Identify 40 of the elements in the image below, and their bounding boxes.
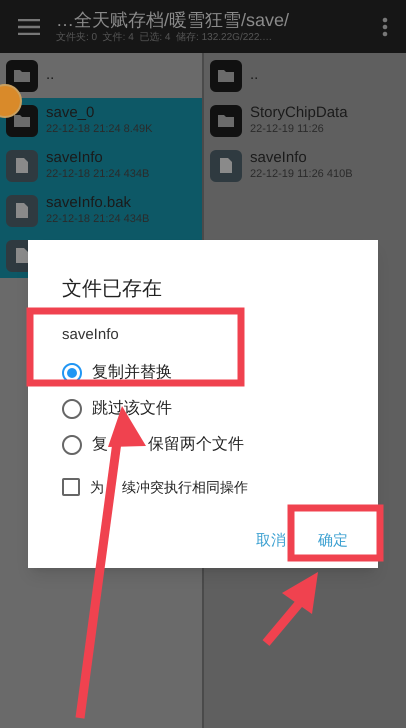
file-row[interactable]: .. bbox=[0, 53, 202, 98]
confirm-button[interactable]: 确定 bbox=[306, 524, 360, 558]
file-name: StoryChipData bbox=[250, 104, 348, 123]
file-icon bbox=[210, 150, 242, 182]
menu-icon[interactable] bbox=[18, 18, 40, 34]
file-name: .. bbox=[250, 66, 258, 85]
file-meta: 22-12-18 21:24 434B bbox=[46, 168, 150, 182]
checkbox[interactable] bbox=[62, 478, 80, 496]
folder-icon bbox=[210, 104, 242, 136]
more-icon[interactable] bbox=[382, 16, 388, 36]
checkbox-label: 为 bbox=[90, 478, 104, 496]
dialog-title: 文件已存在 bbox=[62, 277, 163, 302]
option-label: 保留两个文件 bbox=[148, 434, 244, 454]
file-name: saveInfo bbox=[46, 149, 104, 168]
cancel-button[interactable]: 取消 bbox=[244, 524, 298, 558]
folder-icon bbox=[210, 60, 242, 92]
file-row[interactable]: saveInfo.bak 22-12-18 21:24 434B bbox=[0, 188, 202, 233]
file-name: saveInfo bbox=[62, 325, 120, 345]
file-name: saveInfo.bak bbox=[46, 194, 132, 213]
file-meta: 22-12-18 21:24 434B bbox=[46, 213, 150, 227]
radio-button[interactable] bbox=[62, 398, 82, 418]
file-meta: 22-12-18 21:24 8.49K bbox=[46, 123, 152, 137]
toolbar-title: …全天赋存档/暖雪狂雪/save/ bbox=[56, 9, 290, 32]
file-row[interactable]: save_0 22-12-18 21:24 8.49K bbox=[0, 98, 202, 143]
file-row[interactable]: .. bbox=[204, 53, 406, 98]
folder-icon bbox=[6, 60, 38, 92]
file-name: save_0 bbox=[46, 104, 96, 123]
file-name: .. bbox=[46, 66, 54, 85]
toolbar-subtitle: 文件夹: 0 文件: 4 已选: 4 储存: 132.22G/222.… bbox=[56, 32, 274, 44]
option-label: 复 bbox=[92, 434, 108, 454]
radio-button[interactable] bbox=[62, 434, 82, 454]
file-icon bbox=[6, 150, 38, 182]
radio-button[interactable] bbox=[62, 362, 82, 382]
file-icon bbox=[6, 194, 38, 226]
option-label: 复制并替换 bbox=[92, 362, 172, 382]
checkbox-label: 续冲突执行相同操作 bbox=[122, 478, 248, 496]
file-name: saveInfo bbox=[250, 149, 308, 168]
radio-option[interactable]: 复 保留两个文件 bbox=[62, 426, 244, 462]
radio-option[interactable]: 复制并替换 bbox=[62, 354, 172, 390]
file-row[interactable]: saveInfo 22-12-18 21:24 434B bbox=[0, 143, 202, 188]
